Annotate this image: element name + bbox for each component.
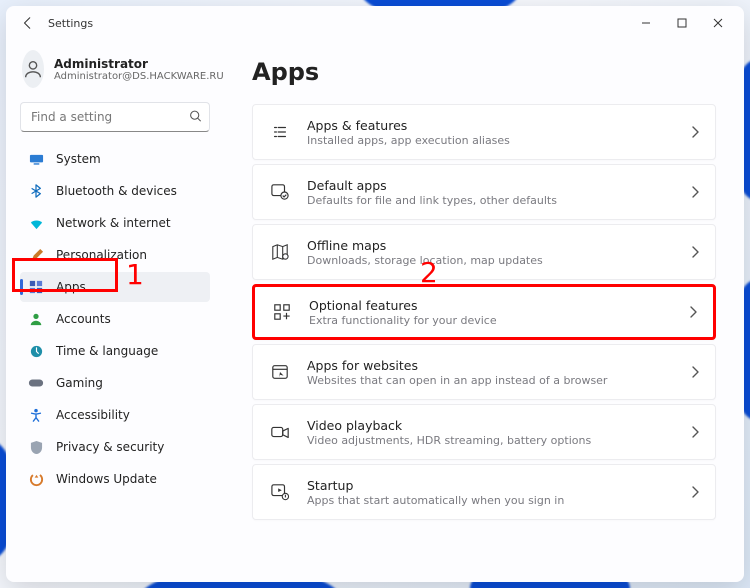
chevron-right-icon: [691, 243, 699, 262]
sidebar-item-windows-update[interactable]: Windows Update: [20, 464, 210, 494]
card-description: Video adjustments, HDR streaming, batter…: [307, 434, 691, 447]
sidebar-item-accounts[interactable]: Accounts: [20, 304, 210, 334]
sidebar-item-label: Accounts: [56, 312, 111, 326]
sidebar-item-accessibility[interactable]: Accessibility: [20, 400, 210, 430]
back-button[interactable]: [14, 9, 42, 37]
close-icon: [713, 18, 723, 28]
sidebar-item-label: Network & internet: [56, 216, 171, 230]
brush-icon: [28, 247, 44, 263]
card-title: Optional features: [309, 298, 689, 313]
avatar: [22, 50, 44, 88]
window-title: Settings: [48, 17, 93, 30]
card-description: Apps that start automatically when you s…: [307, 494, 691, 507]
maximize-button[interactable]: [664, 9, 700, 37]
settings-window: Settings Administrator Administrator@DS.…: [6, 6, 744, 582]
account-name: Administrator: [54, 57, 224, 71]
gamepad-icon: [28, 375, 44, 391]
sidebar-item-system[interactable]: System: [20, 144, 210, 174]
default-apps-icon: [269, 181, 291, 203]
browser-app-icon: [269, 361, 291, 383]
sidebar-item-bluetooth-devices[interactable]: Bluetooth & devices: [20, 176, 210, 206]
video-icon: [269, 421, 291, 443]
minimize-icon: [641, 18, 651, 28]
sidebar-item-label: Accessibility: [56, 408, 130, 422]
accessibility-icon: [28, 407, 44, 423]
sidebar-item-label: Windows Update: [56, 472, 157, 486]
grid-plus-icon: [271, 301, 293, 323]
close-button[interactable]: [700, 9, 736, 37]
wifi-icon: [28, 215, 44, 231]
sidebar-item-personalization[interactable]: Personalization: [20, 240, 210, 270]
sidebar-item-label: Personalization: [56, 248, 147, 262]
sidebar-item-apps[interactable]: Apps: [20, 272, 210, 302]
card-optional-features[interactable]: Optional featuresExtra functionality for…: [252, 284, 716, 340]
startup-icon: [269, 481, 291, 503]
card-default-apps[interactable]: Default appsDefaults for file and link t…: [252, 164, 716, 220]
card-description: Websites that can open in an app instead…: [307, 374, 691, 387]
sidebar-item-gaming[interactable]: Gaming: [20, 368, 210, 398]
card-title: Default apps: [307, 178, 691, 193]
chevron-right-icon: [691, 363, 699, 382]
person-icon: [28, 311, 44, 327]
card-video-playback[interactable]: Video playbackVideo adjustments, HDR str…: [252, 404, 716, 460]
search-container: [20, 102, 210, 132]
card-title: Apps & features: [307, 118, 691, 133]
card-apps-features[interactable]: Apps & featuresInstalled apps, app execu…: [252, 104, 716, 160]
card-offline-maps[interactable]: Offline mapsDownloads, storage location,…: [252, 224, 716, 280]
search-input[interactable]: [20, 102, 210, 132]
chevron-right-icon: [691, 423, 699, 442]
chevron-right-icon: [689, 303, 697, 322]
nav-list: System Bluetooth & devices Network & inter…: [20, 144, 210, 494]
card-description: Defaults for file and link types, other …: [307, 194, 691, 207]
sidebar-item-network-internet[interactable]: Network & internet: [20, 208, 210, 238]
card-description: Installed apps, app execution aliases: [307, 134, 691, 147]
card-apps-for-websites[interactable]: Apps for websitesWebsites that can open …: [252, 344, 716, 400]
bluetooth-icon: [28, 183, 44, 199]
card-title: Startup: [307, 478, 691, 493]
globe-clock-icon: [28, 343, 44, 359]
sidebar-item-privacy-security[interactable]: Privacy & security: [20, 432, 210, 462]
sidebar-item-label: Gaming: [56, 376, 103, 390]
main-content: Apps Apps & featuresInstalled apps, app …: [224, 40, 744, 582]
card-description: Downloads, storage location, map updates: [307, 254, 691, 267]
minimize-button[interactable]: [628, 9, 664, 37]
account-subtitle: Administrator@DS.HACKWARE.RU: [54, 71, 224, 82]
page-title: Apps: [252, 58, 716, 86]
sidebar-item-label: Privacy & security: [56, 440, 164, 454]
arrow-left-icon: [21, 16, 35, 30]
card-title: Offline maps: [307, 238, 691, 253]
sidebar: Administrator Administrator@DS.HACKWARE.…: [6, 40, 224, 582]
account-section[interactable]: Administrator Administrator@DS.HACKWARE.…: [20, 46, 210, 102]
person-icon: [22, 58, 44, 80]
windows-update-icon: [28, 471, 44, 487]
shield-icon: [28, 439, 44, 455]
list-icon: [269, 121, 291, 143]
maximize-icon: [677, 18, 687, 28]
map-icon: [269, 241, 291, 263]
sidebar-item-label: Bluetooth & devices: [56, 184, 177, 198]
card-title: Apps for websites: [307, 358, 691, 373]
chevron-right-icon: [691, 483, 699, 502]
sidebar-item-label: System: [56, 152, 101, 166]
card-description: Extra functionality for your device: [309, 314, 689, 327]
chevron-right-icon: [691, 123, 699, 142]
sidebar-item-label: Time & language: [56, 344, 158, 358]
sidebar-item-label: Apps: [56, 280, 86, 294]
monitor-icon: [28, 151, 44, 167]
sidebar-item-time-language[interactable]: Time & language: [20, 336, 210, 366]
titlebar: Settings: [6, 6, 744, 40]
card-startup[interactable]: StartupApps that start automatically whe…: [252, 464, 716, 520]
card-title: Video playback: [307, 418, 691, 433]
card-list: Apps & featuresInstalled apps, app execu…: [252, 104, 716, 520]
chevron-right-icon: [691, 183, 699, 202]
apps-icon: [28, 279, 44, 295]
